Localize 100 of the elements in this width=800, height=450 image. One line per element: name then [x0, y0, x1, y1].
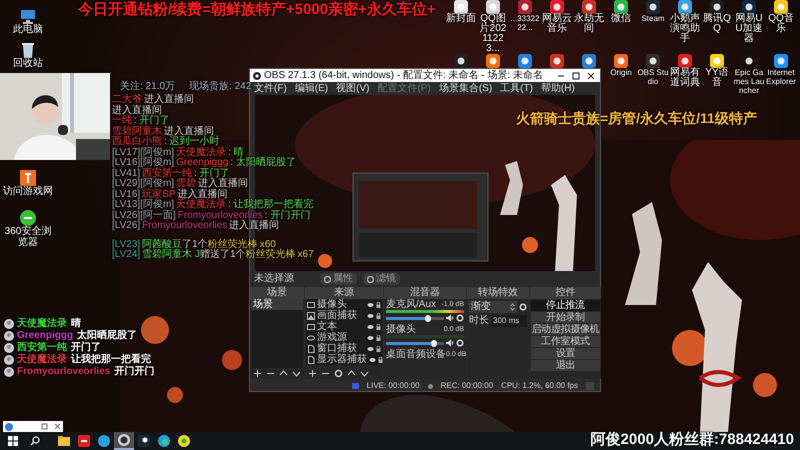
chat-message: Greenpiggg 太阳晒屁股了 — [17, 330, 138, 341]
window-title: OBS 27.1.3 (64-bit, windows) - 配置文件: 未命名 - 场景: 未命名 — [264, 70, 543, 82]
icon-label: Internet Explorer — [765, 68, 797, 86]
up-icon[interactable] — [347, 369, 356, 378]
stat-text: 关注: 21.0万 — [120, 81, 176, 92]
speaker-icon[interactable] — [446, 314, 454, 322]
down-icon[interactable] — [360, 369, 369, 378]
lock-icon[interactable] — [376, 324, 381, 330]
gear-icon — [367, 276, 374, 282]
app-icon[interactable] — [774, 0, 788, 14]
volume-slider[interactable] — [386, 316, 444, 320]
app-icon[interactable] — [518, 54, 532, 68]
app-icon[interactable] — [774, 54, 788, 68]
transition-select[interactable]: 渐变 — [469, 301, 517, 313]
menu-item[interactable]: 工具(T) — [500, 82, 533, 94]
icon-label: 网易云音乐 — [541, 14, 573, 34]
add-icon[interactable] — [253, 369, 262, 378]
app-icon[interactable] — [710, 0, 724, 14]
chat-message: 一纯 : 开门了 — [112, 116, 170, 126]
volume-slider[interactable] — [386, 342, 444, 344]
panel-header: 混音器 — [384, 287, 466, 299]
lock-icon[interactable] — [376, 334, 381, 340]
app-icon[interactable] — [678, 0, 692, 14]
app-icon[interactable] — [742, 0, 756, 14]
gear-icon[interactable] — [519, 303, 527, 311]
lock-icon[interactable] — [376, 302, 381, 308]
app-icon[interactable] — [646, 0, 660, 14]
source-item[interactable]: 窗口捕获 — [306, 343, 382, 354]
taskbar-button[interactable] — [114, 432, 134, 450]
app-icon[interactable] — [486, 54, 500, 68]
chat-message: 进入直播间 — [112, 106, 163, 116]
app-icon[interactable] — [614, 0, 628, 14]
icon-label: YY语音 — [704, 68, 730, 88]
maximize-icon[interactable] — [570, 70, 582, 80]
windows-logo-icon[interactable] — [8, 436, 18, 446]
app-icon[interactable] — [550, 0, 564, 14]
app-icon[interactable] — [518, 0, 532, 14]
chat-message: 雪碧阿童木 进入直播间 — [112, 126, 214, 136]
source-item[interactable]: 画面捕获 — [306, 310, 382, 321]
app-icon[interactable] — [454, 0, 468, 14]
slider-thumb[interactable] — [430, 340, 437, 346]
app-icon[interactable] — [742, 54, 756, 68]
app-icon[interactable] — [582, 0, 596, 14]
scene-item[interactable]: 场景 — [251, 299, 303, 310]
browser-icon[interactable] — [20, 210, 36, 226]
app-icon — [5, 422, 13, 430]
chat-message: [LV26][阿一面] Fromyourloveorlies : 开门开门 — [112, 210, 312, 220]
source-item[interactable]: 摄像头 — [306, 299, 382, 310]
field-label: 时长 — [469, 315, 489, 327]
menu-item[interactable]: 视图(V) — [336, 82, 370, 94]
source-item[interactable]: 游戏源 — [306, 332, 382, 343]
close-icon[interactable] — [585, 70, 597, 80]
app-icon[interactable] — [710, 54, 724, 68]
computer-icon[interactable] — [20, 8, 36, 24]
control-button[interactable]: 退出 — [531, 360, 600, 371]
toolbar-button[interactable]: 属性 — [320, 273, 357, 285]
app-icon[interactable] — [550, 54, 564, 68]
gear-icon[interactable] — [456, 339, 464, 347]
chat-message: [LV16] 玩家SP 进入直播间 — [112, 190, 229, 200]
menu-item[interactable]: 帮助(H) — [540, 82, 575, 94]
chat-message: 天使魔法录 晴 — [17, 318, 81, 329]
recycle-bin-icon[interactable] — [20, 42, 36, 58]
chat-message: 二大爷 进入直播间 — [112, 95, 195, 105]
app-icon[interactable] — [646, 54, 660, 68]
app-icon[interactable] — [582, 54, 596, 68]
menu-item[interactable]: 文件(F) — [254, 82, 287, 94]
speaker-icon[interactable] — [446, 339, 454, 347]
menu-item[interactable]: 编辑(E) — [294, 82, 328, 94]
source-item[interactable]: 显示器捕获 — [306, 354, 382, 365]
control-button[interactable]: 停止推流 — [531, 300, 600, 311]
gear-icon[interactable] — [456, 314, 464, 322]
chat-message: [LV16][阿俊m] Greenpiggg : 太阳晒屁股了 — [112, 158, 297, 168]
lock-icon[interactable] — [376, 346, 381, 352]
slider-thumb[interactable] — [424, 314, 431, 322]
camera-icon — [307, 300, 315, 308]
control-button[interactable]: 启动虚拟摄像机 — [531, 324, 600, 335]
duration-field[interactable]: 300 ms — [491, 315, 527, 327]
add-icon[interactable] — [308, 369, 317, 378]
live-icon — [352, 383, 359, 389]
panel-header: 控件 — [530, 287, 601, 299]
app-icon[interactable] — [678, 54, 692, 68]
lock-icon[interactable] — [376, 312, 381, 318]
toolbar-button[interactable]: 滤镜 — [363, 273, 400, 285]
icon-label: OBS Studio — [637, 68, 669, 86]
control-button[interactable]: 开始录制 — [531, 312, 600, 323]
source-item[interactable]: 文本 — [306, 321, 382, 332]
app-icon[interactable] — [454, 54, 468, 68]
app-icon[interactable] — [614, 54, 628, 68]
menu-item[interactable]: 场景集合(S) — [438, 82, 492, 94]
down-icon[interactable] — [292, 369, 301, 378]
up-icon[interactable] — [279, 369, 288, 378]
icon-label: Steam — [640, 14, 666, 23]
browser-icon — [158, 435, 170, 447]
control-button[interactable]: 工作室模式 — [531, 336, 600, 347]
app-icon[interactable] — [486, 0, 500, 14]
lock-icon[interactable] — [378, 356, 383, 362]
search-icon[interactable] — [30, 436, 40, 446]
avatar-icon — [4, 354, 14, 364]
gear-icon[interactable] — [334, 369, 343, 378]
control-button[interactable]: 设置 — [531, 348, 600, 359]
